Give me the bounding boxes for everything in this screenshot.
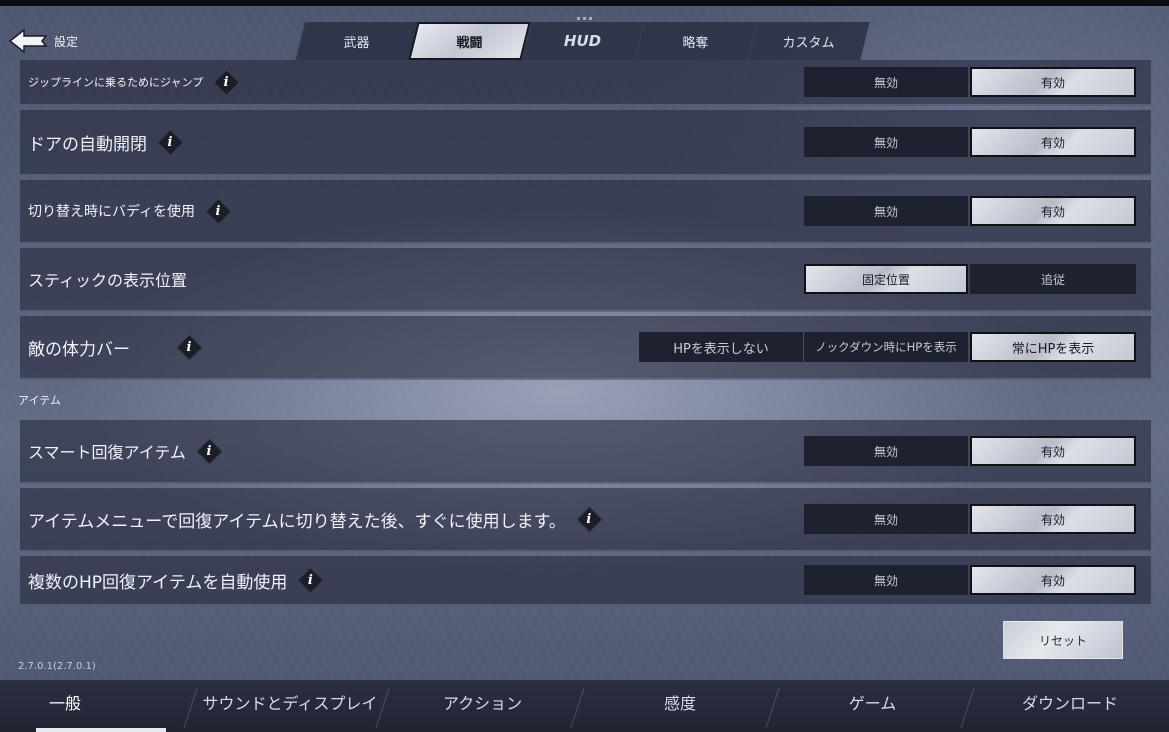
option-enabled[interactable]: 有効 [970, 67, 1136, 97]
info-icon[interactable]: i [157, 129, 183, 155]
option-enabled[interactable]: 有効 [970, 127, 1136, 157]
setting-row-auto-door: ドアの自動開閉 i 無効 有効 [20, 110, 1151, 176]
option-enabled[interactable]: 有効 [970, 436, 1136, 466]
drag-handle-dots [577, 17, 595, 21]
option-follow[interactable]: 追従 [970, 264, 1136, 294]
tab-combat[interactable]: 戦闘 [413, 22, 526, 60]
reset-button[interactable]: リセット [1003, 621, 1123, 659]
setting-label: ジップラインに乗るためにジャンプ [28, 76, 204, 89]
option-enabled[interactable]: 有効 [970, 196, 1136, 226]
option-disabled[interactable]: 無効 [804, 504, 968, 534]
info-icon[interactable]: i [176, 334, 202, 360]
top-tab-bar: 武器 戦闘 HUD 略奪 カスタム [300, 22, 865, 60]
setting-label: ドアの自動開閉 [28, 134, 147, 155]
setting-label: アイテムメニューで回復アイテムに切り替えた後、すぐに使用します。 [28, 511, 566, 532]
setting-row-stick-position: スティックの表示位置 固定位置 追従 [20, 248, 1151, 312]
option-fixed-position[interactable]: 固定位置 [804, 264, 968, 294]
setting-label: 切り替え時にバディを使用 [28, 204, 196, 220]
back-button[interactable]: 設定 [8, 26, 128, 56]
setting-row-buddy-switch: 切り替え時にバディを使用 i 無効 有効 [20, 180, 1151, 244]
option-disabled[interactable]: 無効 [804, 196, 968, 226]
tab-custom[interactable]: カスタム [752, 22, 865, 60]
setting-row-instant-use-heal: アイテムメニューで回復アイテムに切り替えた後、すぐに使用します。 i 無効 有効 [20, 488, 1151, 552]
bottom-tab-game[interactable]: ゲーム [780, 680, 965, 724]
option-show-hp-on-knockdown[interactable]: ノックダウン時にHPを表示 [804, 332, 968, 362]
setting-label: 複数のHP回復アイテムを自動使用 [28, 572, 288, 593]
info-icon[interactable]: i [196, 438, 222, 464]
setting-row-enemy-health-bar: 敵の体力バー i HPを表示しない ノックダウン時にHPを表示 常にHPを表示 [20, 316, 1151, 380]
option-disabled[interactable]: 無効 [804, 127, 968, 157]
option-enabled[interactable]: 有効 [970, 504, 1136, 534]
top-edge-bar [0, 0, 1169, 6]
tab-weapons[interactable]: 武器 [300, 22, 413, 60]
info-icon[interactable]: i [213, 69, 239, 95]
option-enabled[interactable]: 有効 [970, 565, 1136, 595]
setting-label: 敵の体力バー [28, 339, 130, 360]
option-disabled[interactable]: 無効 [804, 565, 968, 595]
tab-hud[interactable]: HUD [526, 22, 639, 60]
bottom-tab-sound-display[interactable]: サウンドとディスプレイ [195, 680, 385, 724]
setting-row-smart-heal: スマート回復アイテム i 無効 有効 [20, 420, 1151, 484]
bottom-tab-sensitivity[interactable]: 感度 [585, 680, 775, 724]
setting-label: スマート回復アイテム [28, 443, 186, 462]
bottom-tab-general[interactable]: 一般 [20, 680, 110, 724]
info-icon[interactable]: i [297, 567, 323, 593]
tab-loot[interactable]: 略奪 [639, 22, 752, 60]
option-disabled[interactable]: 無効 [804, 436, 968, 466]
info-icon[interactable]: i [576, 506, 602, 532]
bottom-tab-download[interactable]: ダウンロード [975, 680, 1165, 724]
active-tab-underline [36, 728, 166, 732]
setting-label: スティックの表示位置 [28, 271, 188, 290]
option-disabled[interactable]: 無効 [804, 67, 968, 97]
version-label: 2.7.0.1(2.7.0.1) [18, 661, 96, 672]
section-title-items: アイテム [18, 394, 61, 407]
setting-row-auto-use-multi-heal: 複数のHP回復アイテムを自動使用 i 無効 有効 [20, 556, 1151, 606]
back-label: 設定 [54, 34, 79, 49]
option-always-show-hp[interactable]: 常にHPを表示 [970, 332, 1136, 362]
option-hide-hp[interactable]: HPを表示しない [639, 332, 803, 362]
bottom-tab-action[interactable]: アクション [390, 680, 575, 724]
setting-row-zipline-jump: ジップラインに乗るためにジャンプ i 無効 有効 [20, 60, 1151, 106]
info-icon[interactable]: i [205, 198, 231, 224]
back-arrow-icon [8, 28, 48, 54]
